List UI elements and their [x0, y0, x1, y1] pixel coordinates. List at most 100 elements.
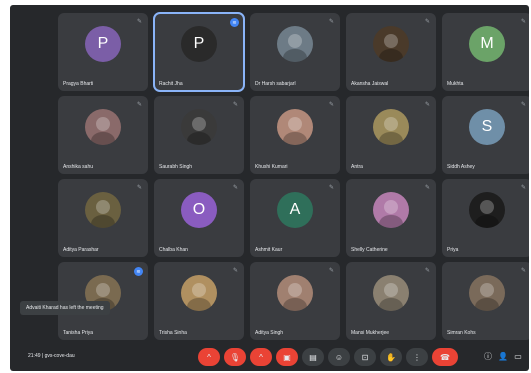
participant-name: Ashmit Kaur	[255, 247, 283, 253]
participant-tile[interactable]: Aditya Parashar ✎	[58, 179, 148, 257]
mic-muted-icon: ✎	[232, 102, 238, 108]
camera-toggle-button[interactable]: ▣	[276, 348, 298, 366]
emoji-button[interactable]: ☺	[328, 348, 350, 366]
participant-photo	[85, 192, 121, 229]
hangup-button[interactable]: ☎	[432, 348, 458, 366]
camera-off-icon: ▣	[283, 352, 291, 362]
mic-off-icon: 🎙	[229, 352, 241, 362]
participant-tile[interactable]: A Ashmit Kaur ✎	[250, 179, 340, 257]
participant-tile[interactable]: O Chalba Khan ✎	[154, 179, 244, 257]
participant-name: Pragya Bharti	[63, 81, 94, 87]
participant-tile[interactable]: Antra ✎	[346, 96, 436, 174]
participant-photo	[277, 275, 313, 312]
participant-tile[interactable]: Shelly Catherine ✎	[346, 179, 436, 257]
mic-toggle-button[interactable]: 🎙	[224, 348, 246, 366]
mic-muted-icon: ✎	[424, 185, 430, 191]
participant-tile[interactable]: Khushi Kumari ✎	[250, 96, 340, 174]
participant-tile[interactable]: Priya ✎	[442, 179, 529, 257]
mic-muted-icon: ✎	[136, 19, 142, 25]
participant-tile[interactable]: P Rachit Jha ≋	[153, 12, 245, 92]
participant-tile[interactable]: Anshika sahu ✎	[58, 96, 148, 174]
present-button[interactable]: ⊡	[354, 348, 376, 366]
meeting-time: 21:49	[28, 353, 41, 359]
mic-muted-icon: ✎	[328, 268, 334, 274]
mic-muted-icon: ✎	[328, 185, 334, 191]
speaking-indicator-icon: ≋	[134, 267, 143, 276]
participant-name: Mansi Mukherjee	[351, 330, 390, 336]
participant-tile[interactable]: Mansi Mukherjee ✎	[346, 262, 436, 340]
participant-tile[interactable]: Aditya Singh ✎	[250, 262, 340, 340]
chat-button[interactable]: ▭	[513, 351, 523, 361]
chevron-up-icon: ^	[207, 352, 211, 362]
mic-muted-icon: ✎	[520, 268, 526, 274]
emoji-icon: ☺	[334, 352, 344, 362]
participant-photo	[373, 26, 409, 63]
mic-muted-icon: ✎	[328, 19, 334, 25]
participant-name: Saurabh Singh	[159, 164, 193, 170]
participant-name: Aditya Singh	[255, 330, 284, 336]
participant-tile[interactable]: Trisha Sinha ✎	[154, 262, 244, 340]
meeting-separator: |	[41, 353, 44, 359]
call-controls: ^ 🎙 ^ ▣ ▤ ☺ ⊡ ✋ ⋮ ☎	[198, 348, 458, 366]
participant-tile[interactable]: Simran Kohs ✎	[442, 262, 529, 340]
participant-tile[interactable]: P Pragya Bharti ✎	[58, 13, 148, 91]
info-icon: ⓘ	[484, 351, 492, 361]
participant-avatar: M	[469, 26, 505, 63]
participant-avatar: O	[181, 192, 217, 229]
participant-name: Akansha Jaiswal	[351, 81, 389, 87]
participant-name: Antra	[351, 164, 363, 170]
meeting-details-button[interactable]: ⓘ	[483, 351, 493, 361]
participant-photo	[181, 109, 217, 146]
participant-name: Mukhta	[447, 81, 464, 87]
participant-photo	[469, 275, 505, 312]
participant-avatar: P	[181, 26, 217, 63]
mic-muted-icon: ✎	[232, 268, 238, 274]
mic-muted-icon: ✎	[424, 19, 430, 25]
chat-icon: ▭	[514, 351, 522, 361]
participant-tile[interactable]: S Siddh Ashey ✎	[442, 96, 529, 174]
participant-left-toast: Advaiti Kharad has left the meeting	[20, 301, 110, 315]
participant-tile[interactable]: M Mukhta ✎	[442, 13, 529, 91]
participant-avatar: P	[85, 26, 121, 63]
mic-muted-icon: ✎	[136, 102, 142, 108]
participant-name: Priya	[447, 247, 459, 253]
participant-tile[interactable]: Saurabh Singh ✎	[154, 96, 244, 174]
mic-options-chevron-button[interactable]: ^	[198, 348, 220, 366]
participant-name: Siddh Ashey	[447, 164, 475, 170]
participant-name: Chalba Khan	[159, 247, 188, 253]
participant-photo	[277, 26, 313, 63]
mic-muted-icon: ✎	[520, 19, 526, 25]
people-icon: 👤	[498, 351, 508, 361]
participant-name: Simran Kohs	[447, 330, 476, 336]
participant-photo	[181, 275, 217, 312]
hangup-icon: ☎	[440, 352, 450, 362]
more-options-icon: ⋮	[413, 352, 421, 362]
meeting-screen: P Pragya Bharti ✎ P Rachit Jha ≋ Dr Harsh saba…	[10, 5, 529, 371]
people-button[interactable]: 👤	[498, 351, 508, 361]
participant-avatar: A	[277, 192, 313, 229]
mic-muted-icon: ✎	[136, 185, 142, 191]
participant-photo	[469, 192, 505, 229]
raise-hand-button[interactable]: ✋	[380, 348, 402, 366]
participant-photo	[277, 109, 313, 146]
meeting-code: gvs-cove-dau	[44, 353, 75, 359]
bottom-bar: 21:49 | gvs-cove-dau ^ 🎙 ^ ▣ ▤ ☺ ⊡ ✋ ⋮ ☎…	[10, 339, 529, 371]
participant-photo	[373, 275, 409, 312]
more-options-button[interactable]: ⋮	[406, 348, 428, 366]
mic-muted-icon: ✎	[232, 185, 238, 191]
mic-muted-icon: ✎	[424, 268, 430, 274]
present-icon: ⊡	[361, 352, 369, 362]
participant-name: Dr Harsh sabarjarl	[255, 81, 296, 87]
participant-name: Aditya Parashar	[63, 247, 99, 253]
captions-icon: ▤	[309, 352, 317, 362]
camera-options-chevron-button[interactable]: ^	[250, 348, 272, 366]
participant-grid: P Pragya Bharti ✎ P Rachit Jha ≋ Dr Harsh saba…	[58, 12, 529, 340]
participant-photo	[85, 109, 121, 146]
participant-name: Shelly Catherine	[351, 247, 388, 253]
captions-button[interactable]: ▤	[302, 348, 324, 366]
participant-tile[interactable]: Akansha Jaiswal ✎	[346, 13, 436, 91]
participant-tile[interactable]: Dr Harsh sabarjarl ✎	[250, 13, 340, 91]
participant-name: Rachit Jha	[159, 81, 183, 87]
chevron-up-icon: ^	[259, 352, 263, 362]
side-panel-buttons: ⓘ 👤 ▭	[483, 351, 523, 361]
